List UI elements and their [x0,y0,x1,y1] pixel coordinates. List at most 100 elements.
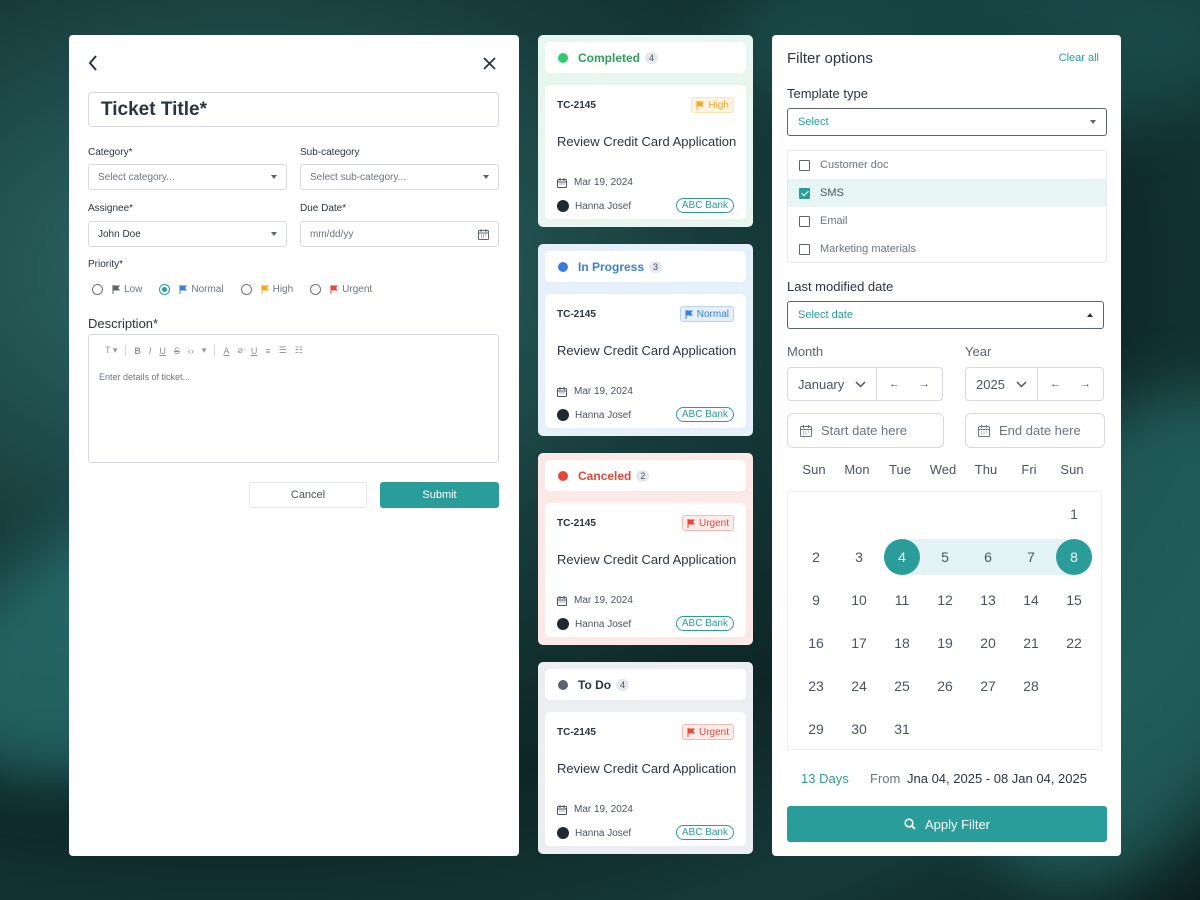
checklist-icon[interactable]: ☷ [295,345,303,356]
priority-option-high[interactable]: High [240,284,293,295]
calendar-day[interactable]: 6 [970,539,1006,575]
chevron-down-icon[interactable]: ▾ [202,345,207,356]
priority-option-low[interactable]: Low [92,284,142,295]
radio-normal[interactable] [159,284,171,295]
calendar-day[interactable]: 10 [841,582,877,618]
checkbox-checked[interactable] [799,187,810,199]
calendar-day[interactable]: 11 [884,582,920,618]
category-select[interactable]: Select category... [88,164,287,190]
close-icon[interactable] [479,53,499,73]
description-editor[interactable]: T ▾ B I U S ‹› ▾ A ⌀ U ≡ ☰ ☷ Enter detai… [88,334,499,463]
clear-all-link[interactable]: Clear all [1059,52,1099,64]
start-date-placeholder: Start date here [821,423,907,438]
checkbox[interactable] [799,159,810,171]
template-option-marketing[interactable]: Marketing materials [788,235,1106,263]
radio-urgent[interactable] [310,284,322,295]
calendar-day[interactable]: 22 [1056,625,1092,661]
month-dropdown[interactable]: January [788,368,877,400]
checkbox[interactable] [799,243,810,255]
assignee-name: Hanna Josef [575,409,632,421]
template-option-customer-doc[interactable]: Customer doc [788,151,1106,179]
calendar-day[interactable]: 7 [1013,539,1049,575]
calendar-icon[interactable] [478,228,489,240]
ticket-card[interactable]: TC-2145 Normal Review Credit Card Applicat… [545,294,746,428]
radio-low[interactable] [92,284,103,295]
calendar-day[interactable]: 1 [1056,496,1092,532]
calendar-day[interactable]: 27 [970,668,1006,704]
ticket-card[interactable]: TC-2145 High Review Credit Card Applicatio… [545,85,746,219]
calendar-day[interactable]: 3 [841,539,877,575]
calendar-day[interactable]: 29 [798,711,834,747]
calendar-day[interactable]: 16 [798,625,834,661]
calendar-day[interactable]: 4 [884,539,920,575]
align-icon[interactable]: ≡ [265,346,270,356]
calendar-day[interactable]: 12 [927,582,963,618]
prev-month-arrow-icon[interactable]: ← [887,376,903,392]
calendar-icon [557,595,567,606]
column-header[interactable]: To Do 4 [545,669,746,700]
calendar-day[interactable]: 25 [884,668,920,704]
start-date-input[interactable]: Start date here [787,413,944,448]
apply-filter-button[interactable]: Apply Filter [787,806,1107,842]
ticket-title-input[interactable]: Ticket Title* [88,92,499,127]
due-date-input[interactable]: mm/dd/yy [300,221,499,247]
ticket-card[interactable]: TC-2145 Urgent Review Credit Card Applicat… [545,712,746,846]
year-dropdown[interactable]: 2025 [966,368,1038,400]
submit-button[interactable]: Submit [380,482,499,508]
next-year-arrow-icon[interactable]: → [1078,376,1094,392]
column-header[interactable]: Completed 4 [545,42,746,73]
calendar-day[interactable]: 5 [927,539,963,575]
calendar-day[interactable]: 19 [927,625,963,661]
italic-icon[interactable]: I [149,346,152,356]
back-icon[interactable] [83,53,103,73]
calendar-day[interactable]: 13 [970,582,1006,618]
calendar-day[interactable]: 18 [884,625,920,661]
text-style-dropdown[interactable]: T ▾ [105,345,117,356]
underline-icon[interactable]: U [159,346,166,356]
calendar-day[interactable]: 2 [798,539,834,575]
prev-year-arrow-icon[interactable]: ← [1048,376,1064,392]
calendar-day[interactable]: 28 [1013,668,1049,704]
bullet-list-icon[interactable]: ☰ [279,345,287,356]
flag-icon [330,285,339,294]
calendar-day[interactable]: 21 [1013,625,1049,661]
cancel-button[interactable]: Cancel [249,482,367,508]
calendar-day[interactable]: 20 [970,625,1006,661]
calendar-day[interactable]: 17 [841,625,877,661]
bank-tag: ABC Bank [675,616,734,631]
calendar-day[interactable]: 8 [1056,539,1092,575]
calendar-day[interactable]: 14 [1013,582,1049,618]
date-select[interactable]: Select date [787,301,1104,329]
ticket-date-value: Mar 19, 2024 [574,177,633,188]
column-header[interactable]: Canceled 2 [545,460,746,491]
end-date-placeholder: End date here [999,423,1081,438]
calendar-day[interactable]: 24 [841,668,877,704]
calendar-day[interactable]: 26 [927,668,963,704]
priority-option-urgent[interactable]: Urgent [310,284,372,295]
attachment-icon[interactable]: ⌀ [237,345,242,356]
calendar-day[interactable]: 30 [841,711,877,747]
end-date-input[interactable]: End date here [965,413,1105,448]
priority-option-normal[interactable]: Normal [159,284,224,295]
next-month-arrow-icon[interactable]: → [917,376,933,392]
calendar-day[interactable]: 9 [798,582,834,618]
text-color-icon[interactable]: A [223,346,229,356]
radio-high[interactable] [240,284,252,295]
calendar-day[interactable]: 23 [798,668,834,704]
code-icon[interactable]: ‹› [188,346,194,356]
bold-icon[interactable]: B [134,346,141,356]
strikethrough-icon[interactable]: S [174,346,180,356]
weekday-label: Sun [802,462,826,477]
checkbox[interactable] [799,215,810,227]
template-type-select[interactable]: Select [787,108,1107,136]
subcategory-select[interactable]: Select sub-category... [300,164,499,190]
underline-alt-icon[interactable]: U [251,346,258,356]
template-option-sms[interactable]: SMS [788,179,1106,207]
column-header[interactable]: In Progress 3 [545,251,746,282]
flag-icon [112,285,120,294]
calendar-day[interactable]: 15 [1056,582,1092,618]
calendar-day[interactable]: 31 [884,711,920,747]
assignee-select[interactable]: John Doe [88,221,287,247]
template-option-email[interactable]: Email [788,207,1106,235]
ticket-card[interactable]: TC-2145 Urgent Review Credit Card Applicat… [545,503,746,637]
